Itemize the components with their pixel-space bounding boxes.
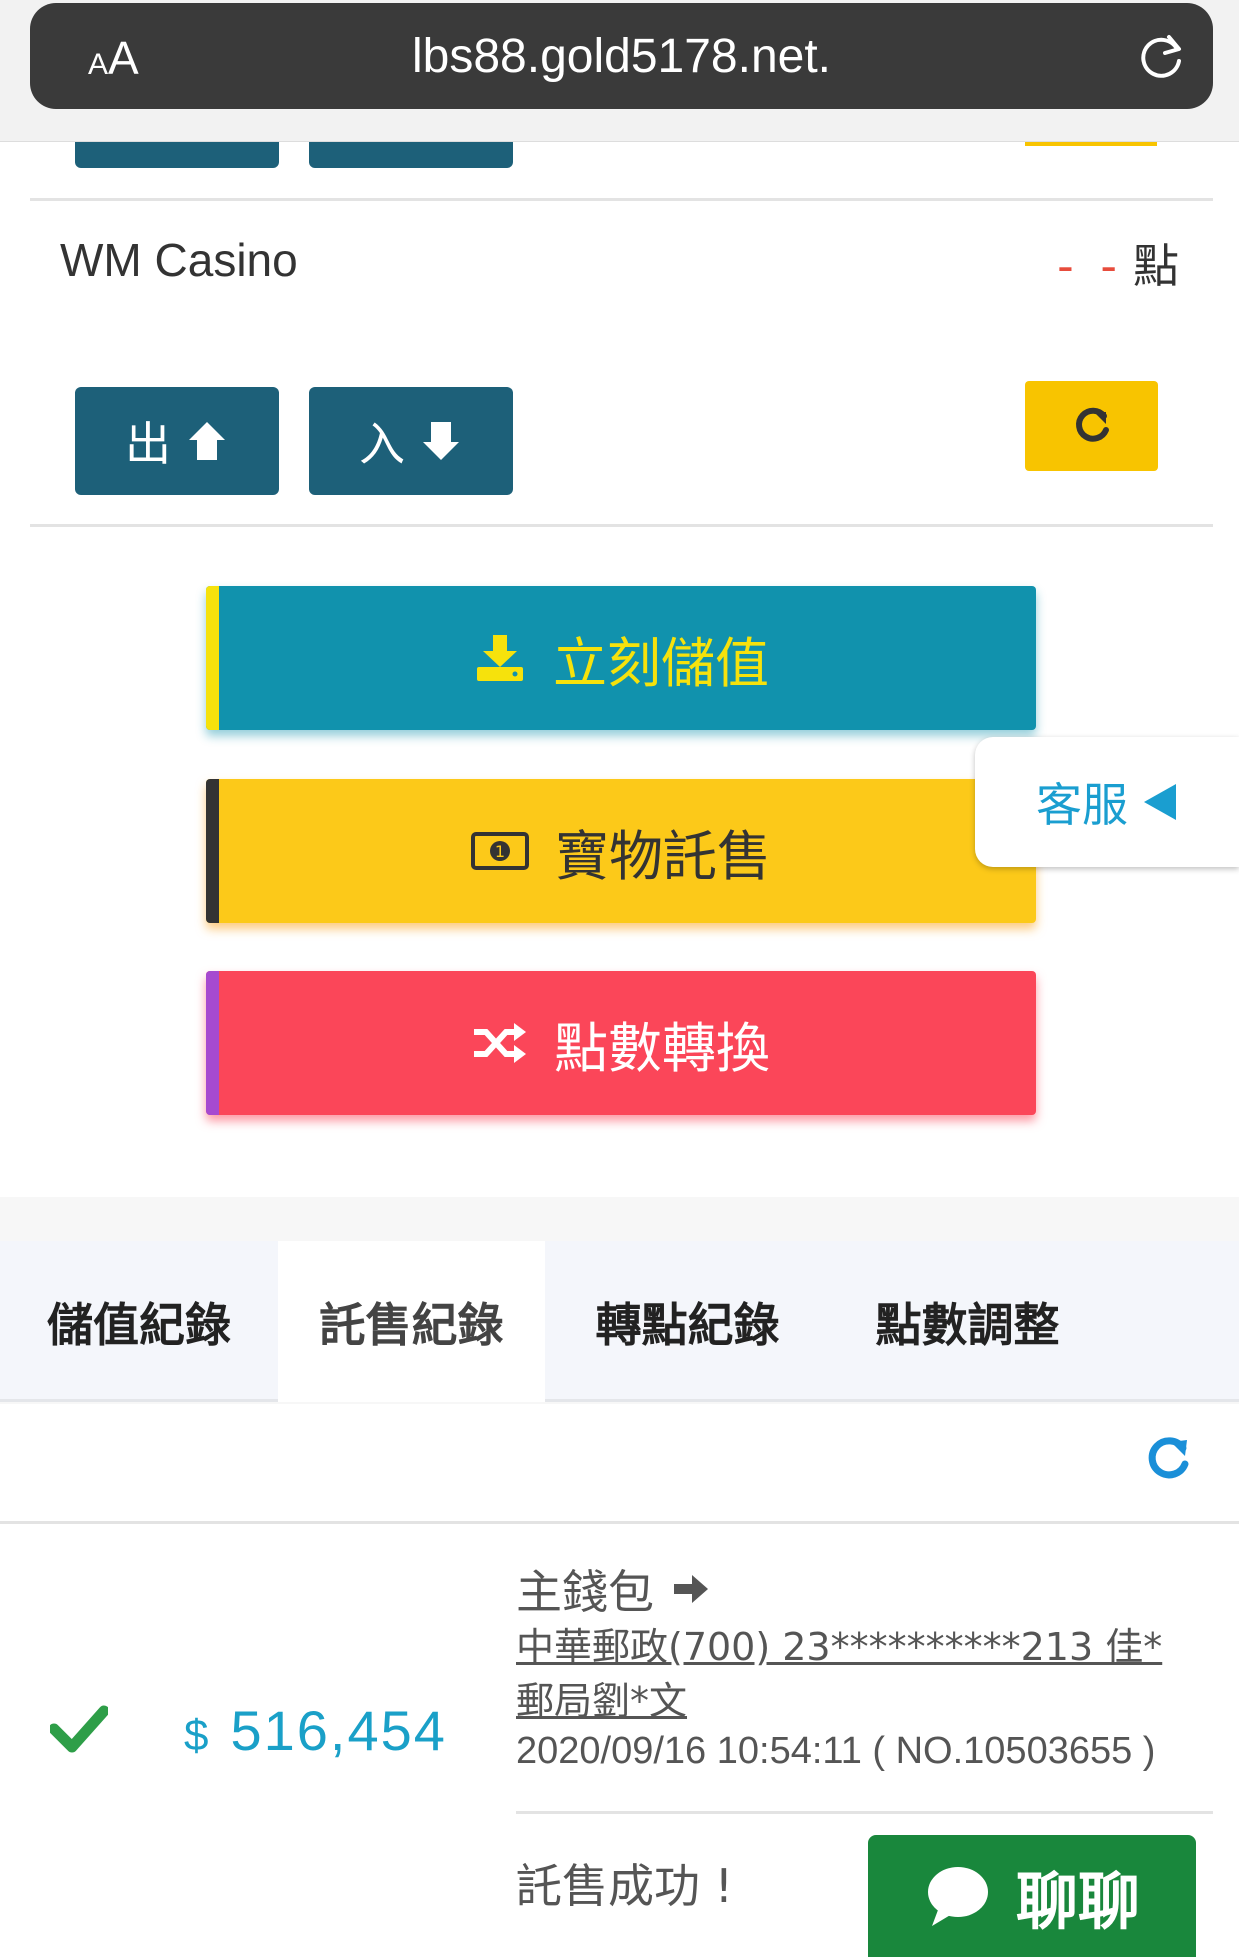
divider (30, 524, 1213, 527)
transfer-out-label: 出 (125, 417, 171, 471)
arrow-down-icon (423, 422, 459, 460)
points-convert-label: 點數轉換 (554, 1016, 770, 1080)
arrow-up-icon (189, 422, 225, 460)
reload-icon[interactable] (1133, 29, 1189, 85)
wallet-label: 主錢包 (516, 1565, 654, 1619)
previous-out-button[interactable] (75, 142, 279, 168)
tab-transfer-records[interactable]: 轉點紀錄 (545, 1241, 830, 1402)
record-status: 託售成功 ! (516, 1859, 734, 1913)
money-bill-icon: 1 (471, 832, 529, 870)
customer-service-label: 客服 (1036, 778, 1128, 832)
currency-symbol: $ (184, 1711, 211, 1760)
button-accent-strip (206, 586, 219, 730)
game-name: WM Casino (60, 234, 298, 286)
tab-deposit-records[interactable]: 儲值紀錄 (0, 1241, 278, 1402)
url-text[interactable]: lbs88.gold5178.net. (30, 29, 1213, 84)
refresh-icon (1075, 407, 1109, 442)
game-points: - -點 (1057, 230, 1179, 296)
consign-label: 寶物託售 (555, 824, 771, 888)
transfer-in-button[interactable]: 入 (309, 387, 513, 495)
download-icon (477, 635, 523, 681)
chat-label: 聊聊 (1015, 1865, 1140, 1938)
tab-points-adjustment[interactable]: 點數調整 (830, 1241, 1105, 1402)
tab-consign-records[interactable]: 託售紀錄 (278, 1241, 545, 1402)
bank-account-link[interactable]: 中華郵政(700) 23**********213 佳*郵局劉*文 (516, 1620, 1186, 1728)
divider (0, 1521, 1239, 1524)
transfer-in-label: 入 (359, 417, 405, 471)
refresh-points-button[interactable] (1025, 381, 1158, 471)
points-unit: 點 (1133, 239, 1179, 293)
record-amount: $516,454 (184, 1698, 447, 1763)
chat-button[interactable]: 聊聊 (868, 1835, 1196, 1957)
record-tabs: 儲值紀錄 託售紀錄 轉點紀錄 點數調整 (0, 1241, 1239, 1402)
svg-text:1: 1 (495, 842, 505, 861)
divider (516, 1811, 1213, 1814)
divider (30, 198, 1213, 201)
points-value: - - (1057, 239, 1123, 293)
browser-chrome: AA lbs88.gold5178.net. (0, 0, 1239, 142)
success-check-icon (50, 1705, 108, 1753)
button-accent-strip (206, 971, 219, 1115)
wallet-source: 主錢包 (516, 1556, 710, 1622)
refresh-records-icon[interactable] (1143, 1434, 1193, 1484)
button-accent-strip (206, 779, 219, 923)
previous-in-button[interactable] (309, 142, 513, 168)
deposit-now-label: 立刻儲值 (553, 631, 769, 695)
amount-value: 516,454 (230, 1699, 447, 1762)
caret-left-icon (1144, 784, 1176, 820)
customer-service-tab[interactable]: 客服 (975, 737, 1239, 867)
previous-refresh-button[interactable] (1025, 142, 1157, 146)
deposit-now-button[interactable]: 立刻儲值 (206, 586, 1036, 730)
consign-button[interactable]: 1 寶物託售 (206, 779, 1036, 923)
transfer-out-button[interactable]: 出 (75, 387, 279, 495)
arrow-right-icon (674, 1575, 708, 1603)
points-convert-button[interactable]: 點數轉換 (206, 971, 1036, 1115)
chat-bubble-icon (927, 1867, 988, 1926)
shuffle-icon (474, 1023, 526, 1063)
record-timestamp: 2020/09/16 10:54:11 ( NO.10503655 ) (516, 1730, 1156, 1772)
address-bar[interactable]: AA lbs88.gold5178.net. (30, 3, 1213, 109)
